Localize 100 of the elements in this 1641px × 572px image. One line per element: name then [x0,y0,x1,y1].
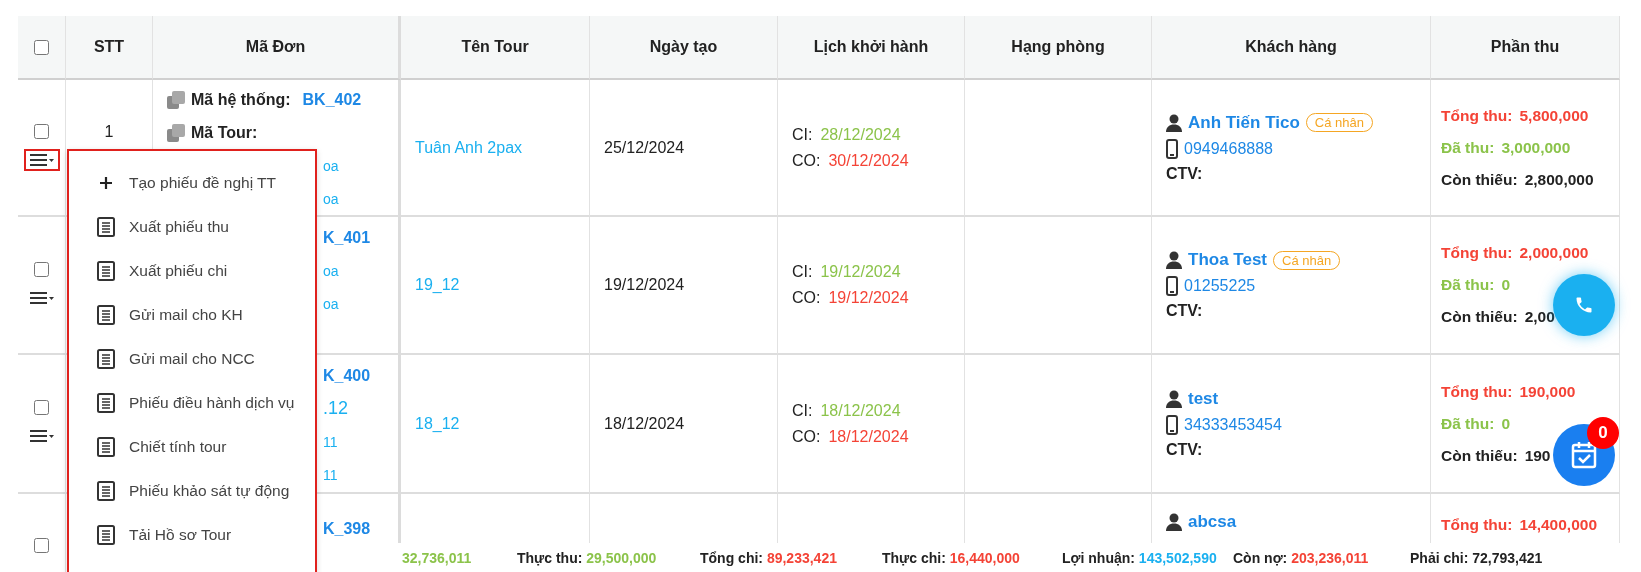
payment-amount: 0 [1501,276,1510,294]
payment-amount: 190 [1524,446,1551,465]
menu-icon [29,429,54,443]
payment-label: Tổng thu: [1441,382,1513,401]
tour-link[interactable]: 19_12 [415,276,589,294]
payment-amount: 0 [1501,414,1510,433]
row-checkbox[interactable] [34,261,49,277]
document-icon [97,349,115,369]
phone-icon [1574,295,1594,315]
column-header: Lịch khởi hành [778,16,965,80]
menu-item[interactable]: Gửi mail cho KH [69,293,315,337]
document-icon [97,217,115,237]
plus-icon [97,174,115,192]
row-menu-button[interactable] [23,149,60,171]
customer-name-link[interactable]: Anh Tiến Tico [1188,112,1300,133]
notification-count: 0 [1587,417,1619,449]
summary-item: Phải chi: 72,793,421 [1410,549,1544,566]
booking-code-link[interactable]: K_398 [323,519,371,538]
phone-link[interactable]: 01255225 [1184,277,1256,295]
summary-item: Thực chi: 16,440,000 [882,549,1021,566]
column-header: Mã Đơn [153,16,401,80]
summary-item: Còn nợ: 203,236,011 [1233,549,1370,566]
menu-item[interactable]: Gửi mail cho NCC [69,337,315,381]
customer-name-link[interactable]: abcsa [1188,512,1237,532]
payment-label: Tổng thu: [1441,106,1513,125]
calendar-check-icon [1571,441,1597,469]
tour-link[interactable]: Tuân Anh 2pax [415,138,589,157]
code-text: .12 [323,398,349,419]
schedule-date: 30/12/2024 [828,150,909,171]
schedule-label: CO: [792,150,821,171]
menu-item[interactable]: Tải Hồ sơ Tour [69,513,315,557]
payment-label: Đã thu: [1441,414,1495,433]
summary-item: Lợi nhuận: 143,502,590 [1062,549,1218,566]
call-button[interactable] [1553,274,1615,336]
payment-amount: 14,400,000 [1519,516,1598,534]
code-text: oa [323,190,339,207]
payment-label: Tổng thu: [1441,244,1513,262]
select-all-checkbox[interactable] [34,39,49,55]
payment-label: Tổng thu: [1441,516,1513,534]
column-header: Hạng phòng [965,16,1152,80]
column-header: Tên Tour [401,16,590,80]
schedule-label: CI: [792,262,813,282]
payment-label: Còn thiếu: [1441,308,1518,326]
payment-label: Đã thu: [1441,276,1495,294]
payment-label: Còn thiếu: [1441,446,1518,465]
payment-amount: 2,00 [1524,308,1555,326]
booking-code-link[interactable]: BK_402 [302,91,362,110]
booking-code-link[interactable]: K_400 [323,366,371,385]
copy-icon [167,124,185,143]
code-label: Mã hệ thống: [191,91,291,110]
row-checkbox[interactable] [34,400,49,415]
menu-icon [29,290,54,305]
person-icon [1166,251,1182,269]
person-icon [1166,113,1182,132]
column-header: Phần thu [1431,16,1620,80]
booking-code-link[interactable]: K_401 [323,228,371,247]
menu-item[interactable]: Tạo phiếu đề nghị TT [69,161,315,205]
payment-amount: 3,000,000 [1501,138,1571,157]
menu-item[interactable]: Phiếu điều hành dịch vụ [69,381,315,425]
summary-item: Thực thu: 29,500,000 [517,549,658,566]
code-text: 11 [323,433,338,450]
code-label: Mã Tour: [191,124,258,143]
payment-amount: 5,800,000 [1519,106,1589,125]
schedule-date: 28/12/2024 [820,124,901,145]
phone-link[interactable]: 34333453454 [1184,415,1282,434]
payment-label: Đã thu: [1441,138,1495,157]
ctv-label: CTV: [1166,302,1204,320]
row-checkbox[interactable] [34,538,49,553]
ctv-label: CTV: [1166,440,1204,459]
menu-item[interactable]: Xuất phiếu thu [69,205,315,249]
tour-link[interactable]: 18_12 [415,414,589,433]
customer-name-link[interactable]: Thoa Test [1188,250,1268,270]
row-number: 1 [104,122,114,142]
schedule-date: 18/12/2024 [820,400,901,421]
row-checkbox[interactable] [34,124,49,139]
schedule-label: CI: [792,124,813,145]
payment-amount: 2,800,000 [1524,170,1594,189]
document-icon [97,481,115,501]
code-text: oa [323,157,339,174]
menu-item[interactable]: Chiết tính tour [69,425,315,469]
person-icon [1166,513,1182,531]
schedule-date: 19/12/2024 [828,288,909,308]
mobile-phone-icon [1166,276,1178,296]
menu-item[interactable]: Xuất phiếu chi [69,249,315,293]
menu-item[interactable]: Phiếu khảo sát tự động [69,469,315,513]
payment-amount: 190,000 [1519,382,1576,401]
summary-item: 32,736,011 [402,549,473,566]
mobile-phone-icon [1166,138,1178,159]
copy-icon [167,91,185,110]
code-text: oa [323,295,339,312]
payment-amount: 2,000,000 [1519,244,1589,262]
phone-link[interactable]: 0949468888 [1184,139,1273,158]
menu-icon [29,153,54,167]
created-date: 18/12/2024 [604,414,686,433]
column-header: Ngày tạo [590,16,778,80]
schedule-label: CO: [792,426,821,447]
customer-name-link[interactable]: test [1188,388,1219,409]
schedule-label: CO: [792,288,821,308]
document-icon [97,305,115,325]
column-header: STT [66,16,153,80]
